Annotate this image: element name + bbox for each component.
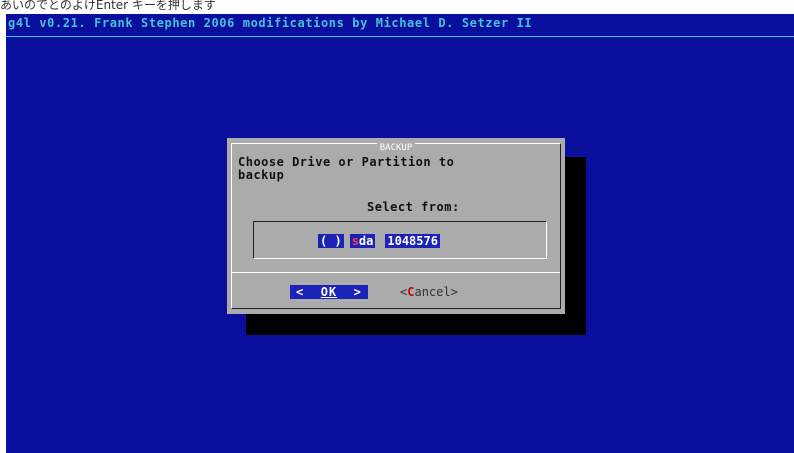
drive-name: sda	[349, 234, 376, 248]
drive-hotkey: s	[351, 234, 359, 248]
button-separator	[232, 272, 560, 273]
select-from-label: Select from:	[367, 200, 460, 214]
ok-bracket-left: <	[296, 285, 305, 299]
drive-list: ( ) sda 1048576	[253, 221, 547, 259]
list-item[interactable]: ( ) sda 1048576	[318, 234, 440, 248]
ok-label: OK	[320, 285, 338, 299]
backup-dialog: BACKUP Choose Drive or Partition to back…	[227, 138, 565, 314]
dialog-frame: BACKUP Choose Drive or Partition to back…	[231, 143, 561, 309]
radio-button[interactable]: ( )	[318, 234, 344, 248]
dialog-prompt: Choose Drive or Partition to backup	[238, 155, 455, 182]
drive-size: 1048576	[385, 234, 440, 248]
title-divider	[6, 36, 794, 37]
app-title: g4l v0.21. Frank Stephen 2006 modificati…	[8, 16, 533, 30]
cancel-bracket-right: >	[450, 285, 458, 299]
dialog-title: BACKUP	[232, 143, 560, 153]
drive-name-rest: da	[358, 234, 374, 248]
cancel-label: ancel	[414, 285, 451, 299]
caption-strip: あいのでとのよけEnter キーを押します	[0, 0, 794, 14]
terminal-screen: g4l v0.21. Frank Stephen 2006 modificati…	[6, 14, 794, 453]
cancel-button[interactable]: <Cancel>	[400, 285, 458, 299]
dialog-title-text: BACKUP	[376, 143, 416, 153]
ok-button[interactable]: < OK >	[290, 285, 368, 299]
ok-bracket-right: >	[353, 285, 362, 299]
